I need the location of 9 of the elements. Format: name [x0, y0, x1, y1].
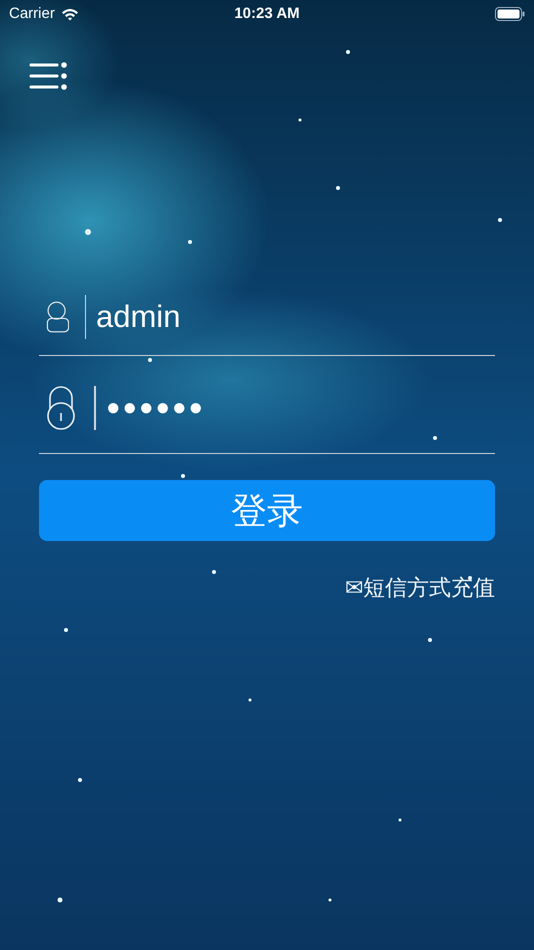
- padlock-icon: [46, 384, 76, 430]
- battery-icon: [495, 7, 525, 21]
- clock-label: 10:23 AM: [234, 4, 300, 24]
- password-field[interactable]: ●●●●●●: [106, 390, 495, 426]
- carrier-label: Carrier: [9, 4, 55, 24]
- wifi-icon: [60, 8, 79, 20]
- username-field[interactable]: admin: [96, 294, 495, 340]
- menu-button[interactable]: [29, 61, 69, 91]
- sms-recharge-link[interactable]: ✉短信方式充值: [345, 571, 495, 604]
